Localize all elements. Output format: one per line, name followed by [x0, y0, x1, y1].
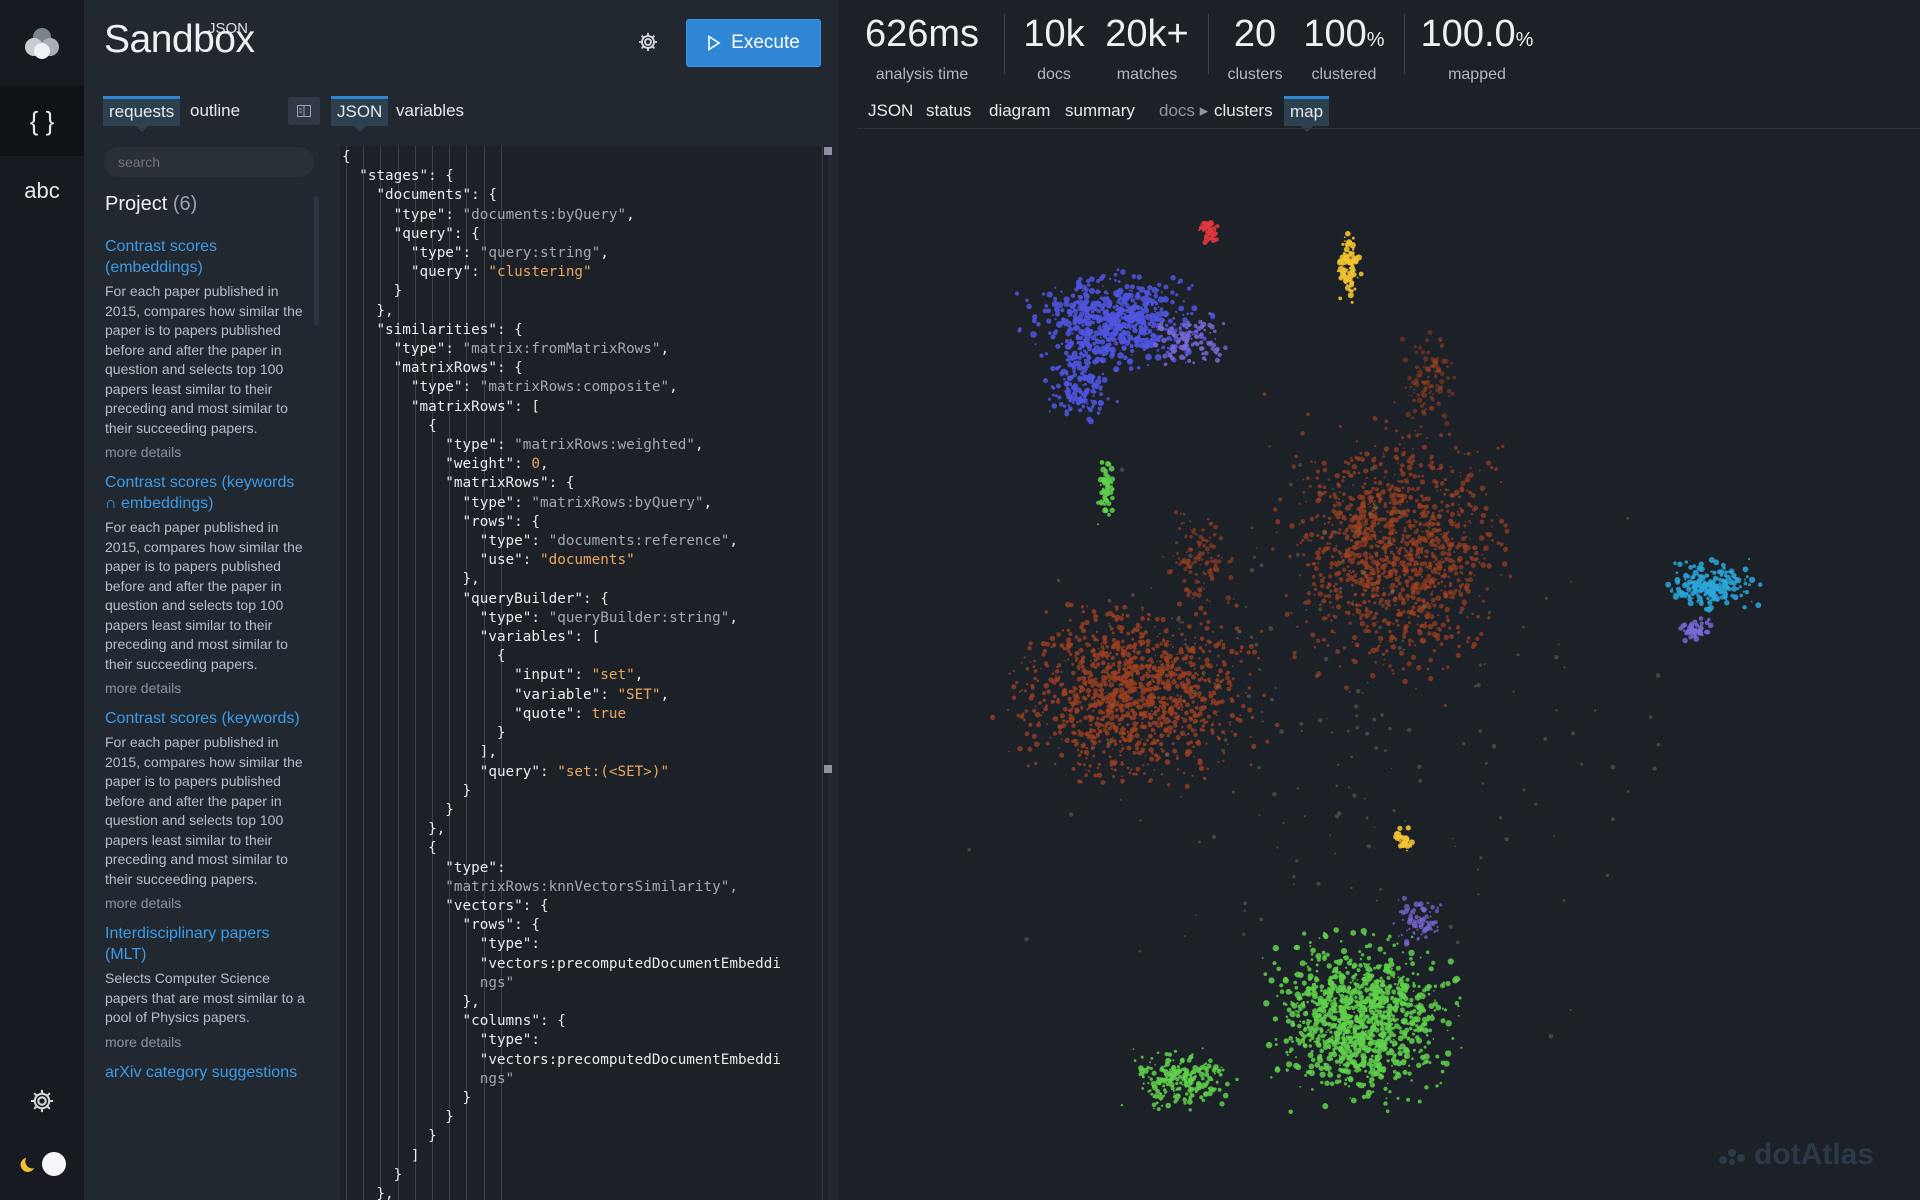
dotatlas-logo-icon [1719, 1149, 1745, 1165]
list-item[interactable]: Interdisciplinary papers (MLT) Selects C… [105, 923, 305, 1050]
tab-diagram[interactable]: diagram [983, 96, 1056, 126]
cluster-map[interactable] [840, 140, 1920, 1200]
json-editor[interactable]: { "stages": { "documents": { "type": "do… [340, 146, 828, 1200]
list-item[interactable]: Contrast scores (keywords) For each pape… [105, 708, 305, 911]
item-title[interactable]: Contrast scores (embeddings) [105, 236, 305, 278]
cluster-points [1120, 1047, 1239, 1112]
outline-panel-toggle-icon[interactable] [288, 97, 320, 125]
tab-clusters[interactable]: clusters [1208, 96, 1279, 126]
execution-settings-gear-icon[interactable] [636, 30, 662, 56]
more-details-link[interactable]: more details [105, 444, 305, 460]
stat-clustered: 100% clustered [1303, 13, 1385, 83]
settings-gear-icon[interactable] [0, 1066, 84, 1136]
execute-label: Execute [731, 32, 800, 53]
item-description: Selects Computer Science papers that are… [105, 970, 305, 1025]
execute-button[interactable]: Execute [686, 19, 821, 67]
play-icon [708, 35, 721, 51]
moon-icon [20, 1157, 35, 1172]
tab-map[interactable]: map [1284, 96, 1330, 132]
tab-docs[interactable]: docs ▸ [1153, 96, 1214, 126]
project-list: Contrast scores (embeddings) For each pa… [105, 236, 305, 1095]
carrotsearch-logo-icon[interactable] [0, 8, 84, 78]
project-heading: Project (6) [105, 193, 198, 215]
item-description: For each paper published in 2015, compar… [105, 519, 303, 672]
cluster-points [1162, 510, 1234, 605]
cluster-points [1262, 392, 1513, 708]
more-details-link[interactable]: more details [105, 1034, 305, 1050]
cluster-points [1400, 329, 1457, 428]
cluster-points [1336, 230, 1364, 304]
stat-docs: 10k docs [1023, 13, 1085, 83]
json-braces-icon[interactable]: { } [0, 86, 84, 156]
tab-json[interactable]: JSON [331, 96, 389, 132]
item-description: For each paper published in 2015, compar… [105, 734, 303, 887]
json-code[interactable]: { "stages": { "documents": { "type": "do… [342, 148, 812, 1200]
cluster-points [1665, 557, 1763, 613]
cluster-points [1096, 460, 1115, 526]
more-details-link[interactable]: more details [105, 680, 305, 696]
tab-summary[interactable]: summary [1059, 96, 1141, 126]
item-title[interactable]: arXiv category suggestions [105, 1062, 305, 1083]
tab-outline[interactable]: outline [184, 96, 246, 126]
editor-scrollbar-track[interactable] [822, 146, 823, 1200]
item-description: For each paper published in 2015, compar… [105, 283, 303, 436]
tab-variables[interactable]: variables [390, 96, 470, 126]
stat-analysis-time: 626ms analysis time [864, 13, 980, 83]
cluster-points [1393, 825, 1415, 852]
scroll-marker [824, 765, 832, 773]
search-input[interactable] [104, 147, 314, 177]
cluster-points [989, 597, 1280, 789]
item-title[interactable]: Contrast scores (keywords) [105, 708, 305, 729]
dotatlas-watermark: dotAtlas [1718, 1138, 1874, 1172]
item-title[interactable]: Contrast scores (keywords ∩ embeddings) [105, 472, 305, 514]
abc-text-icon[interactable]: abc [0, 156, 84, 226]
tab-status[interactable]: status [920, 96, 977, 126]
logo-superscript: JSON [208, 20, 249, 37]
list-item[interactable]: Contrast scores (keywords ∩ embeddings) … [105, 472, 305, 696]
stat-clusters: 20 clusters [1227, 13, 1283, 83]
list-item[interactable]: Contrast scores (embeddings) For each pa… [105, 236, 305, 460]
cluster-points [1392, 895, 1443, 955]
tab-requests[interactable]: requests [103, 96, 181, 132]
more-details-link[interactable]: more details [105, 895, 305, 911]
cluster-points [1198, 220, 1220, 245]
tab-json-result[interactable]: JSON [862, 96, 919, 126]
cluster-points [1043, 336, 1119, 425]
stat-matches: 20k+ matches [1105, 13, 1189, 83]
cluster-points [1678, 616, 1714, 644]
nav-rail: { } abc [0, 0, 84, 1200]
theme-toggle[interactable] [20, 1152, 66, 1176]
stat-mapped: 100.0% mapped [1420, 13, 1534, 83]
list-item[interactable]: arXiv category suggestions [105, 1062, 305, 1083]
scroll-marker [824, 147, 832, 155]
list-scrollbar[interactable] [314, 196, 319, 326]
item-title[interactable]: Interdisciplinary papers (MLT) [105, 923, 305, 965]
cluster-points [1261, 927, 1463, 1115]
app-logo: JSON Sandbox [104, 18, 255, 62]
